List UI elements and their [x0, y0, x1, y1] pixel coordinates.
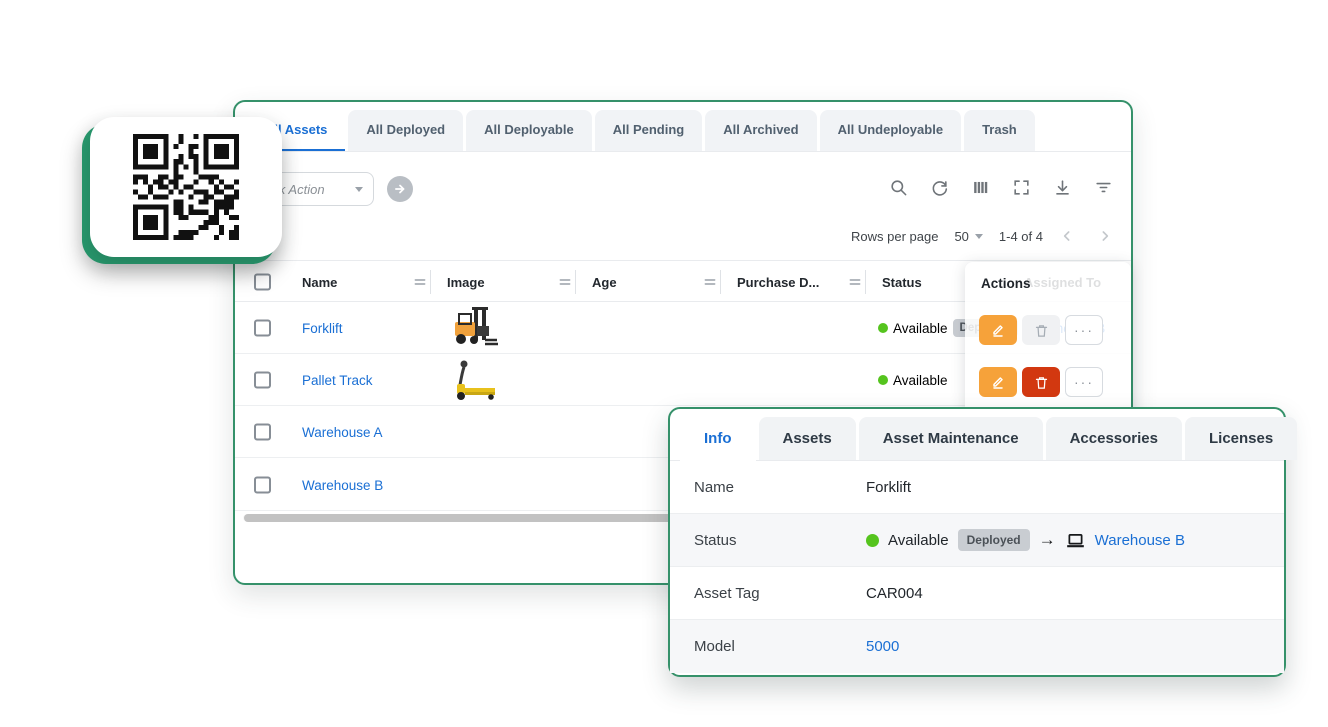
- row-actions: [979, 315, 1103, 345]
- fullscreen-icon[interactable]: [1012, 178, 1031, 197]
- asset-link-warehouse-b[interactable]: Warehouse B: [302, 478, 383, 493]
- refresh-icon[interactable]: [930, 178, 949, 197]
- sort-filter-icon[interactable]: [557, 274, 573, 290]
- tab-assets[interactable]: Assets: [759, 417, 856, 460]
- search-icon[interactable]: [889, 178, 908, 197]
- sort-filter-icon[interactable]: [412, 274, 428, 290]
- asset-link-forklift[interactable]: Forklift: [302, 321, 343, 336]
- select-all-checkbox[interactable]: [254, 274, 271, 291]
- column-divider: [575, 270, 576, 294]
- ellipsis-icon: [1074, 325, 1094, 335]
- asset-list-tabbar: All Assets All Deployed All Deployable A…: [235, 102, 1131, 152]
- tab-all-pending[interactable]: All Pending: [595, 110, 703, 151]
- tab-all-undeployable[interactable]: All Undeployable: [820, 110, 961, 151]
- row-checkbox[interactable]: [254, 371, 271, 388]
- column-header-status[interactable]: Status: [882, 261, 922, 303]
- forklift-image: [447, 306, 499, 350]
- tab-licenses[interactable]: Licenses: [1185, 417, 1297, 460]
- arrow-right-glyph: →: [1039, 530, 1056, 550]
- asset-info-panel: Info Assets Asset Maintenance Accessorie…: [668, 407, 1286, 677]
- field-label: Model: [670, 638, 866, 655]
- tab-trash[interactable]: Trash: [964, 110, 1035, 151]
- filter-icon[interactable]: [1094, 178, 1113, 197]
- download-icon[interactable]: [1053, 178, 1072, 197]
- delete-button[interactable]: [1022, 367, 1060, 397]
- table-toolbar-icons: [889, 178, 1113, 197]
- info-row-status: Status Available Deployed → Warehouse B: [670, 514, 1284, 567]
- rows-per-page-label: Rows per page: [851, 229, 938, 244]
- field-label: Name: [670, 479, 866, 496]
- deployed-badge: Deployed: [958, 529, 1030, 551]
- laptop-icon: [1065, 530, 1086, 551]
- status-dot: [878, 323, 888, 333]
- arrow-right-icon: [393, 182, 407, 196]
- asset-link-warehouse-a[interactable]: Warehouse A: [302, 425, 383, 440]
- row-actions: [979, 367, 1103, 397]
- info-row-model: Model 5000: [670, 620, 1284, 673]
- field-label: Asset Tag: [670, 585, 866, 602]
- field-value: CAR004: [866, 585, 923, 602]
- columns-icon[interactable]: [971, 178, 990, 197]
- row-checkbox[interactable]: [254, 476, 271, 493]
- pagination-range: 1-4 of 4: [999, 229, 1043, 244]
- status-label: Available: [893, 373, 948, 388]
- qr-code-card: [90, 117, 282, 257]
- tab-all-archived[interactable]: All Archived: [705, 110, 816, 151]
- status-label: Available: [888, 532, 949, 549]
- tab-all-deployed[interactable]: All Deployed: [348, 110, 463, 151]
- assigned-to-link[interactable]: Warehouse B: [1095, 532, 1185, 549]
- tab-info[interactable]: Info: [680, 417, 756, 461]
- column-header-actions: Actions: [981, 276, 1031, 291]
- status-label: Available: [893, 321, 948, 336]
- tab-asset-maintenance[interactable]: Asset Maintenance: [859, 417, 1043, 460]
- pagination-bar: Rows per page 50 1-4 of 4: [851, 224, 1113, 248]
- more-actions-button[interactable]: [1065, 315, 1103, 345]
- delete-button-disabled: [1022, 315, 1060, 345]
- tab-all-deployable[interactable]: All Deployable: [466, 110, 592, 151]
- page-size-select[interactable]: 50: [954, 229, 982, 244]
- tab-accessories[interactable]: Accessories: [1046, 417, 1182, 460]
- sort-filter-icon[interactable]: [702, 274, 718, 290]
- column-header-name[interactable]: Name: [302, 261, 337, 303]
- pencil-icon: [990, 374, 1006, 390]
- status-cell: Available: [878, 354, 948, 406]
- info-row-asset-tag: Asset Tag CAR004: [670, 567, 1284, 620]
- chevron-down-icon: [975, 234, 983, 239]
- edit-button[interactable]: [979, 315, 1017, 345]
- field-label: Status: [670, 532, 866, 549]
- pencil-icon: [990, 322, 1006, 338]
- column-divider: [430, 270, 431, 294]
- row-checkbox[interactable]: [254, 319, 271, 336]
- column-header-age[interactable]: Age: [592, 261, 617, 303]
- trash-icon: [1034, 375, 1049, 390]
- status-dot: [878, 375, 888, 385]
- edit-button[interactable]: [979, 367, 1017, 397]
- more-actions-button[interactable]: [1065, 367, 1103, 397]
- pallet-jack-image: [447, 358, 503, 402]
- ellipsis-icon: [1074, 377, 1094, 387]
- info-tabbar: Info Assets Asset Maintenance Accessorie…: [670, 409, 1284, 461]
- trash-icon: [1034, 323, 1049, 338]
- page-size-value: 50: [954, 229, 968, 244]
- column-divider: [720, 270, 721, 294]
- model-link[interactable]: 5000: [866, 638, 899, 655]
- next-page-icon[interactable]: [1097, 228, 1113, 244]
- bulk-action-go-button[interactable]: [387, 176, 413, 202]
- chevron-down-icon: [355, 187, 363, 192]
- row-checkbox[interactable]: [254, 423, 271, 440]
- column-header-purchase-date[interactable]: Purchase D...: [737, 261, 819, 303]
- info-row-name: Name Forklift: [670, 461, 1284, 514]
- column-divider: [865, 270, 866, 294]
- field-value: Forklift: [866, 479, 911, 496]
- qr-code-image: [133, 134, 239, 240]
- asset-link-pallet-track[interactable]: Pallet Track: [302, 373, 373, 388]
- column-header-image[interactable]: Image: [447, 261, 485, 303]
- status-dot: [866, 534, 879, 547]
- prev-page-icon[interactable]: [1059, 228, 1075, 244]
- sort-filter-icon[interactable]: [847, 274, 863, 290]
